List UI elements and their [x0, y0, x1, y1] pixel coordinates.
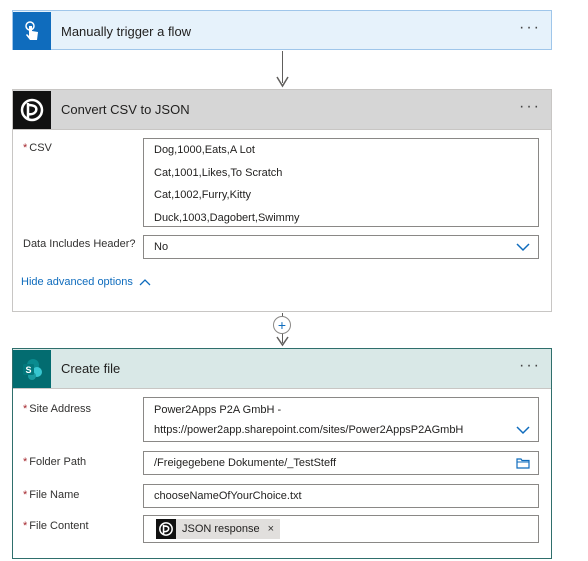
power2apps-logo-icon: [156, 519, 176, 539]
csv-line: Duck,1003,Dagobert,Swimmy: [154, 211, 300, 224]
create-file-card[interactable]: S Create file ··· * Site Address Power2Ap…: [12, 348, 552, 559]
hide-advanced-options-link[interactable]: Hide advanced options: [21, 276, 151, 288]
trigger-title: Manually trigger a flow: [61, 23, 192, 39]
create-title: Create file: [61, 361, 121, 376]
file-name-label: * File Name: [23, 489, 80, 501]
folder-icon[interactable]: [516, 457, 530, 469]
advanced-link-text: Hide advanced options: [21, 276, 133, 288]
required-mark: *: [23, 489, 28, 501]
csv-textarea[interactable]: Dog,1000,Eats,A Lot Cat,1001,Likes,To Sc…: [143, 138, 539, 227]
chevron-down-icon[interactable]: [516, 426, 530, 435]
site-address-line2: https://power2app.sharepoint.com/sites/P…: [154, 424, 464, 436]
trigger-more-icon[interactable]: ···: [519, 20, 541, 36]
file-content-input[interactable]: JSON response ×: [143, 515, 539, 543]
convert-title: Convert CSV to JSON: [61, 102, 190, 117]
remove-token-icon[interactable]: ×: [268, 523, 274, 535]
folder-path-value: /Freigegebene Dokumente/_TestSteff: [154, 457, 337, 469]
folder-path-label: * Folder Path: [23, 456, 87, 468]
csv-line: Cat,1002,Furry,Kitty: [154, 189, 251, 201]
add-step-button[interactable]: +: [273, 316, 291, 334]
header-value: No: [154, 241, 169, 253]
site-address-dropdown[interactable]: Power2Apps P2A GmbH - https://power2app.…: [143, 397, 539, 442]
convert-header[interactable]: Convert CSV to JSON ···: [13, 90, 551, 130]
required-mark: *: [23, 403, 28, 415]
csv-label: * CSV: [23, 142, 52, 154]
convert-more-icon[interactable]: ···: [519, 99, 541, 115]
power2apps-logo-icon: [13, 90, 51, 129]
file-name-input[interactable]: chooseNameOfYourChoice.txt: [143, 484, 539, 508]
site-address-label: * Site Address: [23, 403, 92, 415]
trigger-header[interactable]: Manually trigger a flow ···: [13, 11, 551, 51]
svg-text:S: S: [25, 365, 31, 375]
chevron-down-icon[interactable]: [516, 243, 530, 252]
json-response-token[interactable]: JSON response ×: [156, 519, 281, 539]
convert-csv-card[interactable]: Convert CSV to JSON ··· * CSV Dog,1000,Ea…: [12, 89, 552, 312]
arrow-down-icon: [276, 336, 289, 347]
arrow-down-icon: [276, 76, 289, 88]
chevron-up-icon: [139, 279, 151, 286]
touch-trigger-icon: [13, 12, 51, 50]
header-label: Data Includes Header?: [23, 238, 136, 250]
file-name-value: chooseNameOfYourChoice.txt: [154, 490, 302, 502]
required-mark: *: [23, 456, 28, 468]
site-address-line1: Power2Apps P2A GmbH -: [154, 404, 282, 416]
header-dropdown[interactable]: No: [143, 235, 539, 259]
required-mark: *: [23, 520, 28, 532]
trigger-card[interactable]: Manually trigger a flow ···: [12, 10, 552, 50]
csv-line: Cat,1001,Likes,To Scratch: [154, 166, 283, 179]
token-label: JSON response: [182, 523, 260, 535]
sharepoint-icon: S: [13, 349, 51, 388]
csv-line: Dog,1000,Eats,A Lot: [154, 144, 255, 156]
create-more-icon[interactable]: ···: [519, 358, 541, 374]
required-mark: *: [23, 142, 28, 154]
file-content-label: * File Content: [23, 520, 89, 532]
folder-path-input[interactable]: /Freigegebene Dokumente/_TestSteff: [143, 451, 539, 475]
create-header[interactable]: S Create file ···: [13, 349, 551, 389]
